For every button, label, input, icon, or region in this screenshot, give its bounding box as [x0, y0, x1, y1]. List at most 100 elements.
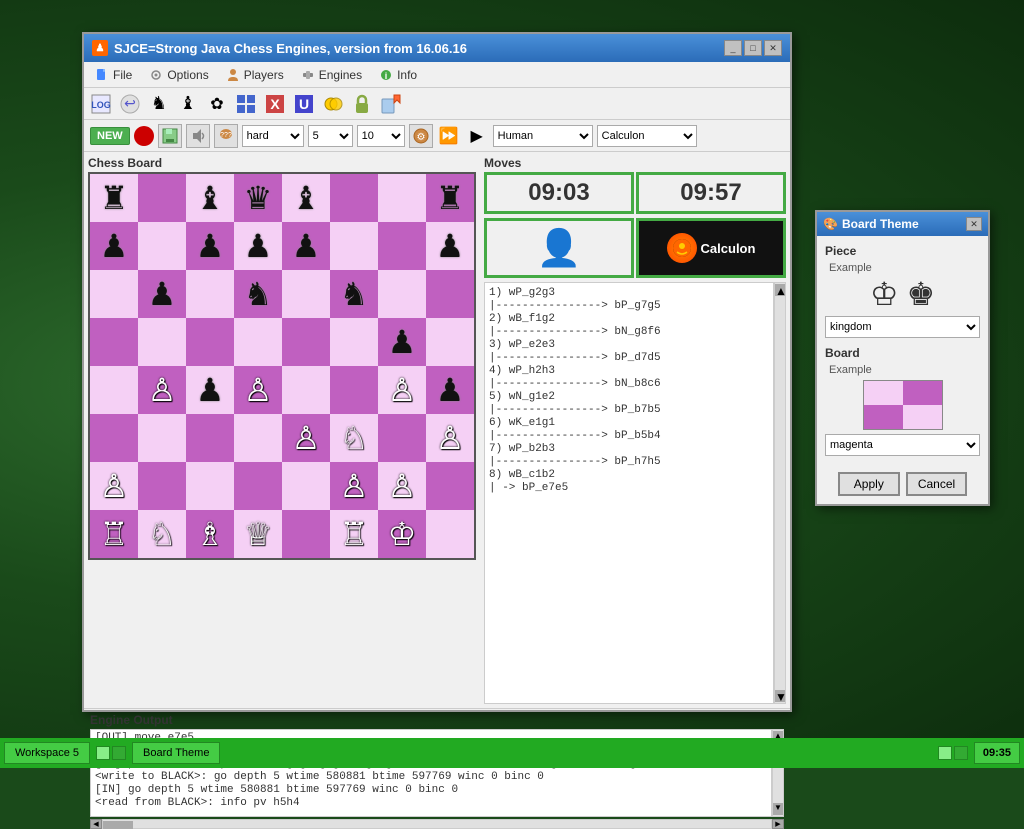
export-button[interactable] [378, 91, 404, 117]
cell-3-0[interactable] [90, 318, 138, 366]
apply-button[interactable]: Apply [838, 472, 900, 496]
cell-1-1[interactable] [138, 222, 186, 270]
cell-7-2[interactable]: ♗ [186, 510, 234, 558]
moves-scrollbar[interactable]: ▲ ▼ [774, 282, 786, 704]
cell-5-1[interactable] [138, 414, 186, 462]
menu-engines[interactable]: Engines [294, 65, 368, 85]
cell-5-4[interactable]: ♙ [282, 414, 330, 462]
white-player-select[interactable]: Human Computer [493, 125, 593, 147]
cell-4-1[interactable]: ♙ [138, 366, 186, 414]
cell-4-3[interactable]: ♙ [234, 366, 282, 414]
cell-1-0[interactable]: ♟ [90, 222, 138, 270]
cell-3-3[interactable] [234, 318, 282, 366]
u-button[interactable]: U [291, 91, 317, 117]
piece-button[interactable]: ♞ [146, 91, 172, 117]
cell-3-7[interactable] [426, 318, 474, 366]
thinking-button[interactable]: ??? [214, 124, 238, 148]
menu-info[interactable]: i Info [372, 65, 423, 85]
cell-5-0[interactable] [90, 414, 138, 462]
play-button[interactable]: ▶ [465, 124, 489, 148]
cell-3-2[interactable] [186, 318, 234, 366]
flower-button[interactable]: ✿ [204, 91, 230, 117]
workspace-button[interactable]: Workspace 5 [4, 742, 90, 764]
cell-1-5[interactable] [330, 222, 378, 270]
cell-1-3[interactable]: ♟ [234, 222, 282, 270]
cell-7-5[interactable]: ♖ [330, 510, 378, 558]
cell-2-2[interactable] [186, 270, 234, 318]
save-button[interactable] [158, 124, 182, 148]
depth2-select[interactable]: 10515 [357, 125, 405, 147]
cell-5-7[interactable]: ♙ [426, 414, 474, 462]
cell-2-1[interactable]: ♟ [138, 270, 186, 318]
new-game-button[interactable]: NEW [90, 127, 130, 145]
cell-2-7[interactable] [426, 270, 474, 318]
cell-6-1[interactable] [138, 462, 186, 510]
difficulty-select[interactable]: hard medium easy [242, 125, 304, 147]
cell-0-6[interactable] [378, 174, 426, 222]
cancel-button[interactable]: Cancel [906, 472, 967, 496]
cell-2-6[interactable] [378, 270, 426, 318]
cell-6-5[interactable]: ♙ [330, 462, 378, 510]
cell-0-2[interactable]: ♝ [186, 174, 234, 222]
piece-theme-select[interactable]: kingdom classic modern [825, 316, 980, 338]
black-engine-select[interactable]: Calculon Stockfish [597, 125, 697, 147]
undo-button[interactable]: ↩ [117, 91, 143, 117]
cell-6-7[interactable] [426, 462, 474, 510]
cell-1-4[interactable]: ♟ [282, 222, 330, 270]
restore-button[interactable]: □ [744, 40, 762, 56]
cell-0-5[interactable] [330, 174, 378, 222]
cell-2-5[interactable]: ♞ [330, 270, 378, 318]
board-color-select[interactable]: magenta green blue brown [825, 434, 980, 456]
cell-2-4[interactable] [282, 270, 330, 318]
scroll-right-button[interactable]: ▶ [772, 819, 784, 829]
cell-0-1[interactable] [138, 174, 186, 222]
cell-2-0[interactable] [90, 270, 138, 318]
close-button[interactable]: ✕ [764, 40, 782, 56]
cell-6-2[interactable] [186, 462, 234, 510]
cell-5-6[interactable] [378, 414, 426, 462]
log-button[interactable]: LOG [88, 91, 114, 117]
cell-6-6[interactable]: ♙ [378, 462, 426, 510]
cell-4-2[interactable]: ♟ [186, 366, 234, 414]
cell-4-6[interactable]: ♙ [378, 366, 426, 414]
cell-0-3[interactable]: ♛ [234, 174, 282, 222]
cell-0-7[interactable]: ♜ [426, 174, 474, 222]
cell-4-5[interactable] [330, 366, 378, 414]
cell-5-2[interactable] [186, 414, 234, 462]
cell-2-3[interactable]: ♞ [234, 270, 282, 318]
minimize-button[interactable]: _ [724, 40, 742, 56]
board-theme-taskbar-button[interactable]: Board Theme [132, 742, 220, 764]
cell-6-4[interactable] [282, 462, 330, 510]
x-button[interactable]: X [262, 91, 288, 117]
cell-7-7[interactable] [426, 510, 474, 558]
cell-4-4[interactable] [282, 366, 330, 414]
cell-0-4[interactable]: ♝ [282, 174, 330, 222]
grid-button[interactable] [233, 91, 259, 117]
forward-button[interactable]: ⏩ [437, 124, 461, 148]
cell-7-1[interactable]: ♘ [138, 510, 186, 558]
cell-3-5[interactable] [330, 318, 378, 366]
cell-0-0[interactable]: ♜ [90, 174, 138, 222]
cell-1-6[interactable] [378, 222, 426, 270]
cell-3-4[interactable] [282, 318, 330, 366]
cell-7-0[interactable]: ♖ [90, 510, 138, 558]
cell-1-2[interactable]: ♟ [186, 222, 234, 270]
cell-5-3[interactable] [234, 414, 282, 462]
cell-5-5[interactable]: ♘ [330, 414, 378, 462]
depth1-select[interactable]: 537 [308, 125, 353, 147]
cell-3-1[interactable] [138, 318, 186, 366]
cell-4-0[interactable] [90, 366, 138, 414]
menu-players[interactable]: Players [219, 65, 290, 85]
cell-7-3[interactable]: ♕ [234, 510, 282, 558]
sound-button[interactable] [186, 124, 210, 148]
cell-4-7[interactable]: ♟ [426, 366, 474, 414]
coins-button[interactable] [320, 91, 346, 117]
cell-7-4[interactable] [282, 510, 330, 558]
board-theme-close-button[interactable]: ✕ [966, 217, 982, 231]
lock-button[interactable] [349, 91, 375, 117]
cell-7-6[interactable]: ♔ [378, 510, 426, 558]
menu-file[interactable]: File [88, 65, 138, 85]
moves-list[interactable]: 1) wP_g2g3 |----------------> bP_g7g52) … [484, 282, 774, 704]
settings-button[interactable]: ⚙ [409, 124, 433, 148]
scroll-track[interactable] [102, 819, 772, 829]
